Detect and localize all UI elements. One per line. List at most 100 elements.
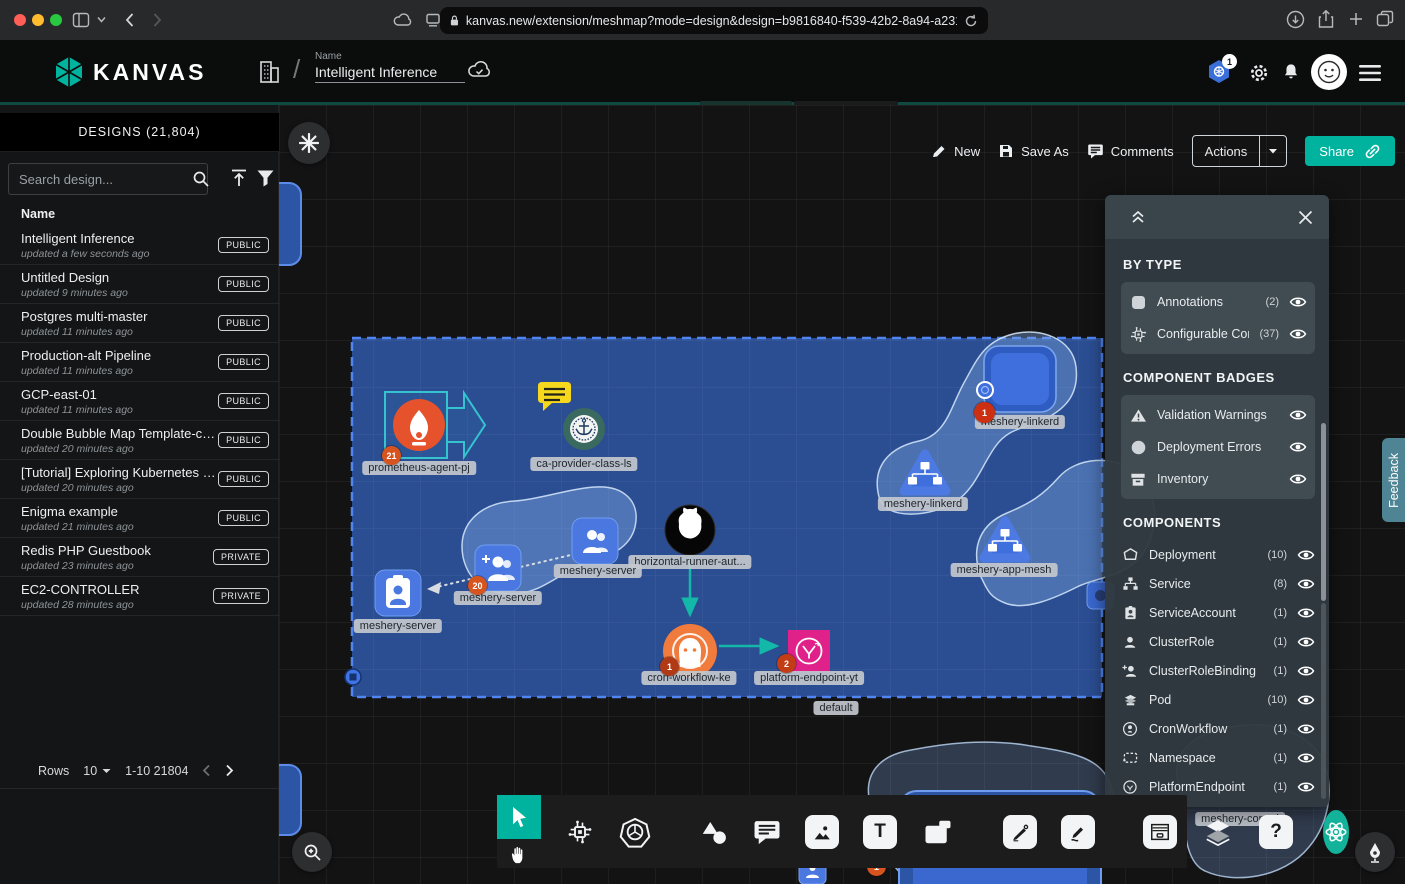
eye-icon[interactable] [1297,577,1315,591]
design-row[interactable]: GCP-east-01 updated 11 minutes ago PUBLI… [0,382,279,421]
feedback-tab[interactable]: Feedback [1382,438,1405,522]
import-design-icon[interactable] [229,168,249,189]
sidebar-toggle-icon[interactable] [72,11,90,29]
node-label[interactable]: meshery-app-mesh [951,563,1058,577]
eye-icon[interactable] [1297,548,1315,562]
component-row-clusterrolebinding[interactable]: ClusterRoleBinding (1) [1121,656,1315,685]
design-row[interactable]: Double Bubble Map Template-copy updated … [0,421,279,460]
design-row[interactable]: Intelligent Inference updated a few seco… [0,226,279,265]
warning-count-badge[interactable]: 21 [382,446,401,465]
design-row[interactable]: Redis PHP Guestbook updated 23 minutes a… [0,538,279,577]
save-as-button[interactable]: Save As [998,143,1069,159]
sticky-note-tool[interactable] [921,815,955,849]
extensions-badge[interactable]: 1 [1206,58,1238,88]
image-tool[interactable] [805,815,839,849]
close-window-button[interactable] [14,14,26,26]
component-row-namespace[interactable]: Namespace (1) [1121,743,1315,772]
url-bar[interactable]: kanvas.new/extension/meshmap?mode=design… [440,7,988,34]
share-button[interactable]: Share [1305,136,1395,166]
eye-icon[interactable] [1289,295,1307,309]
node-label[interactable]: meshery-server [554,564,642,578]
design-row[interactable]: Untitled Design updated 9 minutes ago PU… [0,265,279,304]
warning-count-badge[interactable]: 20 [468,576,487,595]
pan-tool-button[interactable] [509,839,529,868]
rows-per-page-select[interactable]: 10 [83,764,111,778]
user-avatar[interactable] [1311,54,1347,90]
eye-icon[interactable] [1297,780,1315,794]
component-row-deployment[interactable]: Deployment (10) [1121,540,1315,569]
eye-icon[interactable] [1289,440,1307,454]
component-row-cronworkflow[interactable]: CronWorkflow (1) [1121,714,1315,743]
eye-icon[interactable] [1297,664,1315,678]
warning-count-badge[interactable]: 1 [660,657,679,676]
minimize-window-button[interactable] [32,14,44,26]
layers-tool[interactable] [1201,815,1235,849]
kanvas-logo[interactable]: KANVAS [54,56,206,88]
warning-count-badge[interactable]: 2 [777,654,796,673]
text-tool[interactable]: T [863,815,897,849]
hamburger-menu-icon[interactable] [1358,63,1382,83]
node-label[interactable]: meshery-linkerd [878,497,968,511]
close-icon[interactable] [1298,210,1313,225]
fullscreen-window-button[interactable] [50,14,62,26]
eye-icon[interactable] [1297,751,1315,765]
freehand-pencil-tool[interactable] [1061,815,1095,849]
node-label[interactable]: meshery-server [354,619,442,633]
eye-icon[interactable] [1289,472,1307,486]
back-button[interactable] [122,11,138,29]
component-row-clusterrole[interactable]: ClusterRole (1) [1121,627,1315,656]
design-row[interactable]: EC2-CONTROLLER updated 28 minutes ago PR… [0,577,279,616]
help-tool[interactable]: ? [1259,815,1293,849]
eye-icon[interactable] [1297,606,1315,620]
previous-page-icon[interactable] [202,764,211,777]
tab-overview-icon[interactable] [1376,10,1394,28]
ai-assist-button[interactable] [288,122,330,164]
actions-dropdown-caret[interactable] [1259,136,1286,166]
badge-row-validation-warnings[interactable]: Validation Warnings [1129,399,1307,431]
eye-icon[interactable] [1297,693,1315,707]
next-page-icon[interactable] [225,764,234,777]
panel-scrollbar-track[interactable] [1321,603,1326,799]
forward-button[interactable] [149,11,165,29]
badge-row-deployment-errors[interactable]: Deployment Errors [1129,431,1307,463]
pen-mode-button[interactable] [1355,832,1395,872]
new-button[interactable]: New [931,143,980,159]
icloud-icon[interactable] [392,10,414,30]
component-row-service[interactable]: Service (8) [1121,569,1315,598]
warning-count-badge[interactable]: 1 [974,402,995,423]
filter-row-configurable[interactable]: Configurable Compon (37) [1129,318,1307,350]
kubernetes-tool[interactable] [619,816,651,848]
node-label[interactable]: ca-provider-class-ls [530,457,637,471]
bezier-pen-tool[interactable] [1003,815,1037,849]
component-shapes-tool[interactable] [565,817,595,847]
node-label[interactable]: prometheus-agent-pj [362,461,476,475]
zoom-button[interactable] [292,832,332,872]
notifications-bell-icon[interactable] [1281,62,1301,84]
settings-gear-icon[interactable] [1248,62,1270,84]
panel-scrollbar-thumb[interactable] [1321,423,1326,601]
eye-icon[interactable] [1297,635,1315,649]
search-input[interactable] [8,163,208,195]
component-row-pod[interactable]: Pod (10) [1121,685,1315,714]
design-row[interactable]: Production-alt Pipeline updated 11 minut… [0,343,279,382]
node-label[interactable]: platform-endpoint-yt [754,671,864,685]
node-label[interactable]: cron-workflow-ke [641,671,736,685]
downloads-icon[interactable] [1286,10,1305,29]
design-name-input[interactable] [315,62,465,83]
shapes-tool[interactable] [699,818,729,846]
select-tool-button[interactable] [497,795,541,839]
share-icon[interactable] [1317,9,1335,30]
design-row[interactable]: Postgres multi-master updated 11 minutes… [0,304,279,343]
new-tab-icon[interactable] [1348,11,1364,27]
design-row[interactable]: [Tutorial] Exploring Kubernetes Pod upda… [0,460,279,499]
filter-icon[interactable] [256,168,275,188]
eye-icon[interactable] [1289,327,1307,341]
node-label[interactable]: horizontal-runner-aut... [628,555,751,569]
design-row[interactable]: Enigma example updated 21 minutes ago PU… [0,499,279,538]
filter-row-annotations[interactable]: Annotations (2) [1129,286,1307,318]
eye-icon[interactable] [1297,722,1315,736]
meshery-button[interactable] [1323,810,1349,854]
chevron-down-icon[interactable] [97,16,106,23]
comments-button[interactable]: Comments [1087,143,1174,159]
comment-tool[interactable] [753,819,781,845]
